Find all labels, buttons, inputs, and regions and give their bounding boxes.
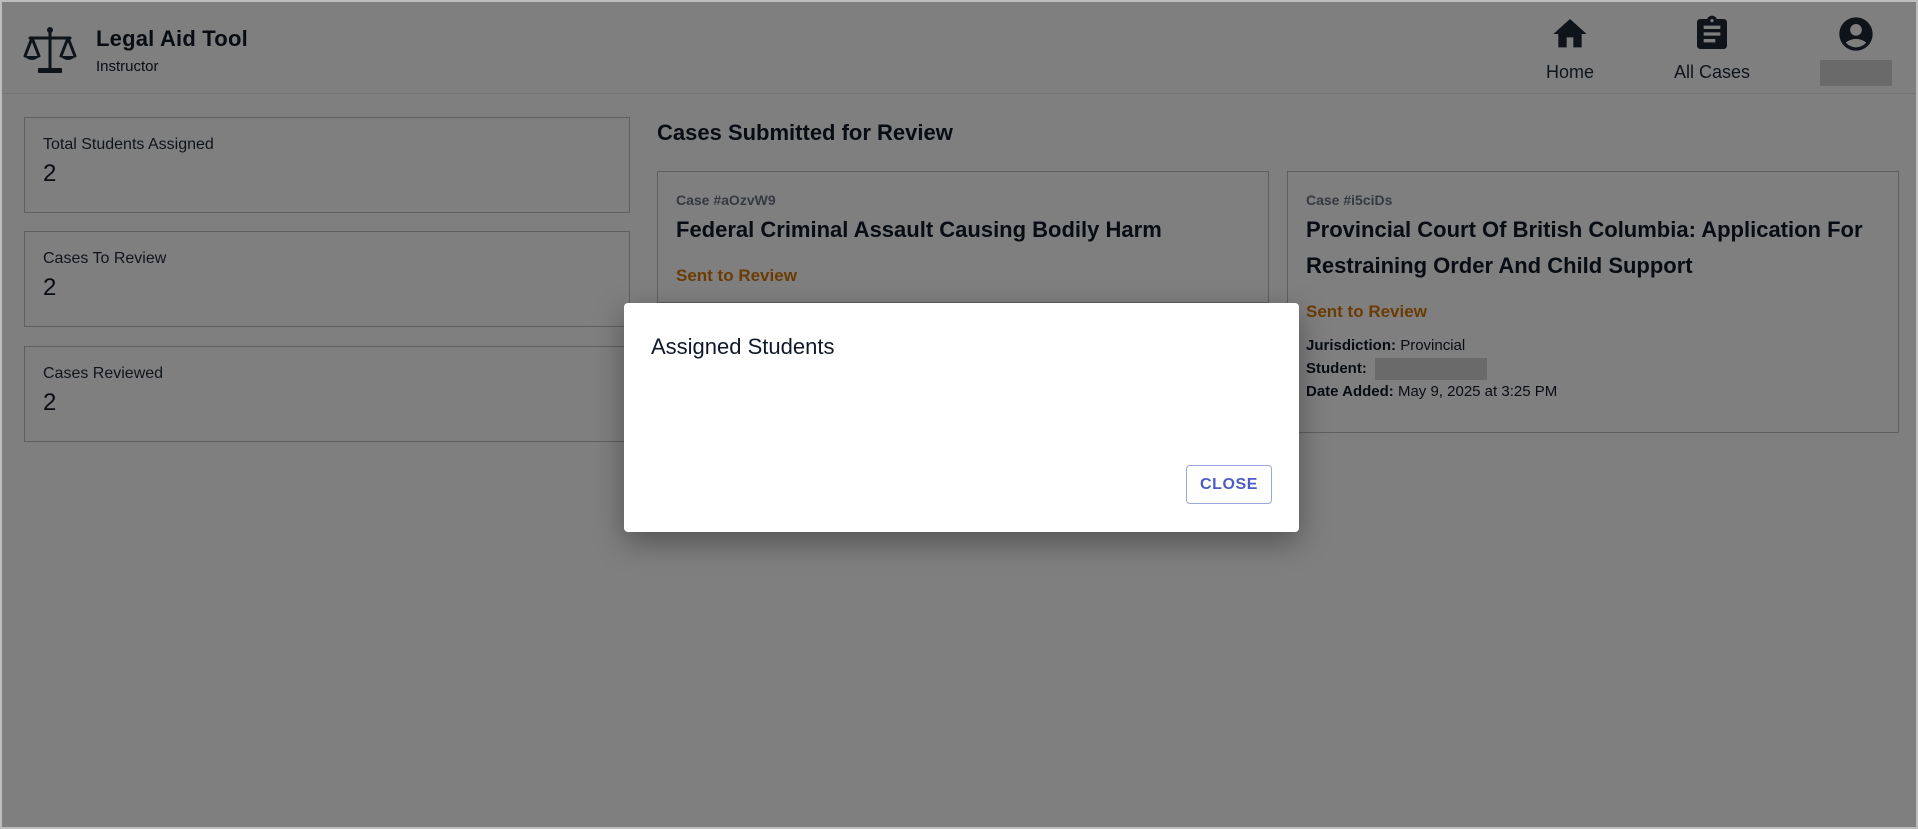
- close-button[interactable]: CLOSE: [1186, 465, 1272, 504]
- dialog-title: Assigned Students: [651, 334, 835, 359]
- app-window: Legal Aid Tool Instructor Home All Cases…: [0, 0, 1918, 829]
- assigned-students-dialog: Assigned Students CLOSE: [624, 303, 1299, 532]
